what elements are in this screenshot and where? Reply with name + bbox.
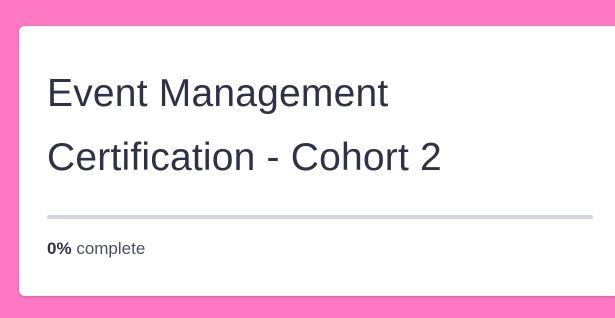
progress-percent: 0%: [47, 239, 72, 258]
progress-suffix: complete: [76, 239, 146, 258]
progress-bar: [47, 215, 593, 219]
course-card[interactable]: Event Management Certification - Cohort …: [19, 26, 615, 296]
progress-label: 0% complete: [47, 239, 145, 259]
course-title[interactable]: Event Management Certification - Cohort …: [47, 62, 607, 190]
